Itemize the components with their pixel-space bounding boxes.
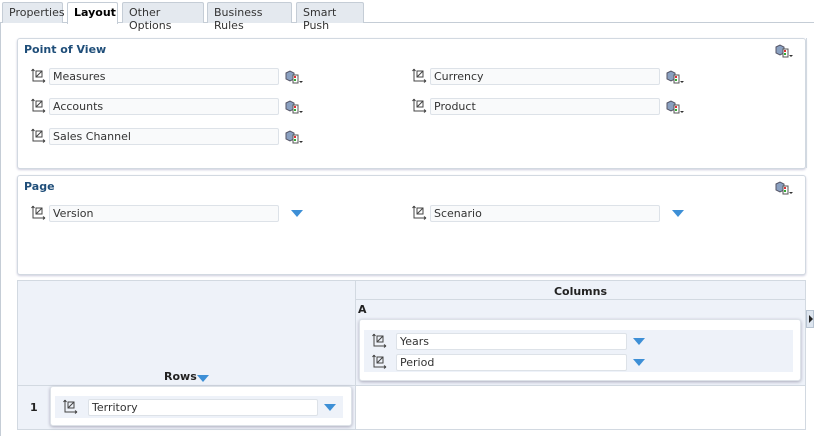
dimension-field-currency[interactable]: Currency (430, 68, 660, 85)
page-panel: Page Version Scenario (17, 175, 806, 275)
pivot-dimension-icon[interactable] (372, 333, 387, 348)
pivot-dimension-icon[interactable] (412, 98, 427, 113)
pivot-dimension-icon[interactable] (31, 98, 46, 113)
column-id: A (358, 303, 367, 316)
dimension-field-accounts[interactable]: Accounts (49, 98, 279, 115)
triangle-down-icon[interactable] (291, 210, 303, 217)
triangle-down-icon[interactable] (633, 338, 645, 345)
divider (356, 299, 805, 300)
dimension-field-version[interactable]: Version (49, 205, 279, 222)
layout-grid: Columns A Years Period Rows 1 Territory (17, 280, 806, 430)
triangle-down-icon[interactable] (672, 210, 684, 217)
dimension-field-measures[interactable]: Measures (49, 68, 279, 85)
member-selector-icon[interactable] (666, 100, 686, 114)
member-selector-icon[interactable] (285, 130, 305, 144)
tab-smart-push[interactable]: Smart Push (296, 2, 364, 32)
pivot-dimension-icon[interactable] (31, 128, 46, 143)
row-id: 1 (30, 401, 38, 414)
rows-dropdown-icon[interactable] (197, 375, 209, 382)
tab-layout[interactable]: Layout (67, 2, 118, 24)
columns-label: Columns (553, 285, 608, 298)
triangle-down-icon[interactable] (324, 404, 336, 411)
tab-properties[interactable]: Properties (2, 2, 65, 23)
expand-panel-handle[interactable] (806, 310, 814, 328)
page-title: Page (24, 180, 55, 193)
member-selector-icon[interactable] (666, 70, 686, 84)
data-area (356, 386, 805, 429)
member-selector-icon[interactable] (285, 70, 305, 84)
pivot-dimension-icon[interactable] (412, 68, 427, 83)
content-border (0, 22, 1, 436)
pivot-dimension-icon[interactable] (63, 399, 78, 414)
pivot-dimension-icon[interactable] (372, 354, 387, 369)
pov-title: Point of View (24, 43, 107, 56)
triangle-down-icon[interactable] (633, 359, 645, 366)
dimension-field-territory[interactable]: Territory (88, 399, 318, 416)
pivot-dimension-icon[interactable] (31, 68, 46, 83)
tab-other-options[interactable]: Other Options (122, 2, 204, 32)
point-of-view-panel: Point of View Measures Currency Accounts… (17, 38, 806, 169)
dimension-field-period[interactable]: Period (396, 354, 627, 371)
row-dimension-box: Territory (50, 386, 352, 426)
dimension-field-product[interactable]: Product (430, 98, 660, 115)
member-selector-icon[interactable] (775, 44, 795, 58)
column-dimension-box: Years Period (359, 319, 801, 381)
tab-business-rules[interactable]: Business Rules (207, 2, 292, 32)
side-border (806, 38, 814, 168)
dimension-field-years[interactable]: Years (396, 333, 627, 350)
member-selector-icon[interactable] (285, 100, 305, 114)
dimension-field-sales-channel[interactable]: Sales Channel (49, 128, 279, 145)
member-selector-icon[interactable] (775, 181, 795, 195)
pivot-dimension-icon[interactable] (31, 205, 46, 220)
pivot-dimension-icon[interactable] (412, 205, 427, 220)
rows-label: Rows (164, 370, 197, 383)
dimension-field-scenario[interactable]: Scenario (430, 205, 660, 222)
